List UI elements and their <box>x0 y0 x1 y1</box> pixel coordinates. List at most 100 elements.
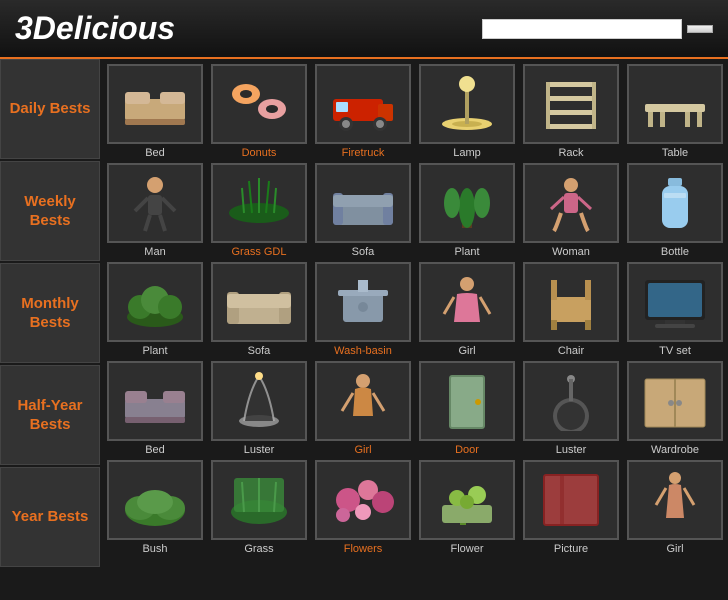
thumbnail-flower[interactable] <box>419 460 515 540</box>
grid-row-year: Bush Grass Flowers Flower Picture Girl <box>105 460 725 555</box>
item-label-wardrobe: Wardrobe <box>651 444 699 456</box>
grid-row-halfyear: BedLusterGirlDoorLusterWardrobe <box>105 361 725 456</box>
thumbnail-plant2[interactable] <box>107 262 203 342</box>
item-label-woman: Woman <box>552 246 590 258</box>
item-label-bush: Bush <box>142 543 167 555</box>
grid-item-monthly-5: TV set <box>625 262 725 357</box>
header: 3Delicious <box>0 0 728 59</box>
grid-item-year-5: Girl <box>625 460 725 555</box>
item-label-lamp: Lamp <box>453 147 481 159</box>
grid-area: BedDonutsFiretruckLampRackTableManGrass … <box>100 59 728 569</box>
logo: 3Delicious <box>15 10 175 47</box>
grid-item-weekly-5: Bottle <box>625 163 725 258</box>
item-label-chair: Chair <box>558 345 584 357</box>
sidebar-btn-monthly[interactable]: Monthly Bests <box>0 263 100 363</box>
sidebar-btn-year[interactable]: Year Bests <box>0 467 100 567</box>
thumbnail-grass[interactable] <box>211 163 307 243</box>
grid-item-halfyear-2: Girl <box>313 361 413 456</box>
item-label-tvset: TV set <box>659 345 691 357</box>
thumbnail-grass2[interactable] <box>211 460 307 540</box>
thumbnail-washbasin[interactable] <box>315 262 411 342</box>
grid-item-weekly-4: Woman <box>521 163 621 258</box>
sidebar: Daily BestsWeekly BestsMonthly BestsHalf… <box>0 59 100 569</box>
item-label-plant2: Plant <box>142 345 167 357</box>
thumbnail-girl[interactable] <box>419 262 515 342</box>
grid-item-weekly-3: Plant <box>417 163 517 258</box>
thumbnail-bottle[interactable] <box>627 163 723 243</box>
grid-row-daily: BedDonutsFiretruckLampRackTable <box>105 64 725 159</box>
grid-item-daily-0: Bed <box>105 64 205 159</box>
grid-item-daily-2: Firetruck <box>313 64 413 159</box>
item-label-girl2: Girl <box>354 444 371 456</box>
thumbnail-sofa[interactable] <box>315 163 411 243</box>
grid-item-year-1: Grass <box>209 460 309 555</box>
grid-item-year-3: Flower <box>417 460 517 555</box>
grid-item-halfyear-0: Bed <box>105 361 205 456</box>
grid-item-daily-3: Lamp <box>417 64 517 159</box>
item-label-washbasin: Wash-basin <box>334 345 392 357</box>
search-button[interactable] <box>687 25 713 33</box>
thumbnail-luster[interactable] <box>211 361 307 441</box>
item-label-plant: Plant <box>454 246 479 258</box>
search-area <box>482 19 713 39</box>
logo-3: 3 <box>15 10 33 46</box>
item-label-luster: Luster <box>244 444 275 456</box>
thumbnail-girl2[interactable] <box>315 361 411 441</box>
grid-item-monthly-1: Sofa <box>209 262 309 357</box>
item-label-sofa: Sofa <box>352 246 375 258</box>
grid-item-monthly-2: Wash-basin <box>313 262 413 357</box>
thumbnail-picture[interactable] <box>523 460 619 540</box>
grid-item-weekly-1: Grass GDL <box>209 163 309 258</box>
item-label-flowers: Flowers <box>344 543 383 555</box>
thumbnail-firetruck[interactable] <box>315 64 411 144</box>
thumbnail-bed[interactable] <box>107 64 203 144</box>
item-label-sofa2: Sofa <box>248 345 271 357</box>
thumbnail-donuts[interactable] <box>211 64 307 144</box>
main-layout: Daily BestsWeekly BestsMonthly BestsHalf… <box>0 59 728 569</box>
thumbnail-woman[interactable] <box>523 163 619 243</box>
thumbnail-tvset[interactable] <box>627 262 723 342</box>
item-label-girl: Girl <box>458 345 475 357</box>
item-label-firetruck: Firetruck <box>342 147 385 159</box>
grid-item-halfyear-3: Door <box>417 361 517 456</box>
item-label-flower: Flower <box>450 543 483 555</box>
thumbnail-door[interactable] <box>419 361 515 441</box>
thumbnail-luster2[interactable] <box>523 361 619 441</box>
thumbnail-chair[interactable] <box>523 262 619 342</box>
thumbnail-bed2[interactable] <box>107 361 203 441</box>
grid-item-daily-1: Donuts <box>209 64 309 159</box>
grid-item-halfyear-1: Luster <box>209 361 309 456</box>
item-label-grass: Grass GDL <box>231 246 286 258</box>
search-container <box>482 19 682 39</box>
thumbnail-girl3[interactable] <box>627 460 723 540</box>
thumbnail-flowers[interactable] <box>315 460 411 540</box>
item-label-picture: Picture <box>554 543 588 555</box>
thumbnail-wardrobe[interactable] <box>627 361 723 441</box>
grid-item-year-2: Flowers <box>313 460 413 555</box>
item-label-bed2: Bed <box>145 444 165 456</box>
grid-row-monthly: Plant Sofa Wash-basin Girl Chair TV set <box>105 262 725 357</box>
thumbnail-bush[interactable] <box>107 460 203 540</box>
thumbnail-rack[interactable] <box>523 64 619 144</box>
sidebar-btn-weekly[interactable]: Weekly Bests <box>0 161 100 261</box>
thumbnail-lamp[interactable] <box>419 64 515 144</box>
grid-item-year-0: Bush <box>105 460 205 555</box>
grid-item-year-4: Picture <box>521 460 621 555</box>
grid-item-monthly-4: Chair <box>521 262 621 357</box>
item-label-girl3: Girl <box>666 543 683 555</box>
thumbnail-table[interactable] <box>627 64 723 144</box>
sidebar-btn-halfyear[interactable]: Half-Year Bests <box>0 365 100 465</box>
grid-item-monthly-3: Girl <box>417 262 517 357</box>
grid-item-halfyear-4: Luster <box>521 361 621 456</box>
sidebar-btn-daily[interactable]: Daily Bests <box>0 59 100 159</box>
thumbnail-sofa2[interactable] <box>211 262 307 342</box>
search-input[interactable] <box>489 22 619 36</box>
logo-text: Delicious <box>33 10 175 46</box>
item-label-bottle: Bottle <box>661 246 689 258</box>
item-label-man: Man <box>144 246 165 258</box>
item-label-donuts: Donuts <box>242 147 277 159</box>
item-label-rack: Rack <box>558 147 583 159</box>
thumbnail-man[interactable] <box>107 163 203 243</box>
thumbnail-plant[interactable] <box>419 163 515 243</box>
item-label-bed: Bed <box>145 147 165 159</box>
